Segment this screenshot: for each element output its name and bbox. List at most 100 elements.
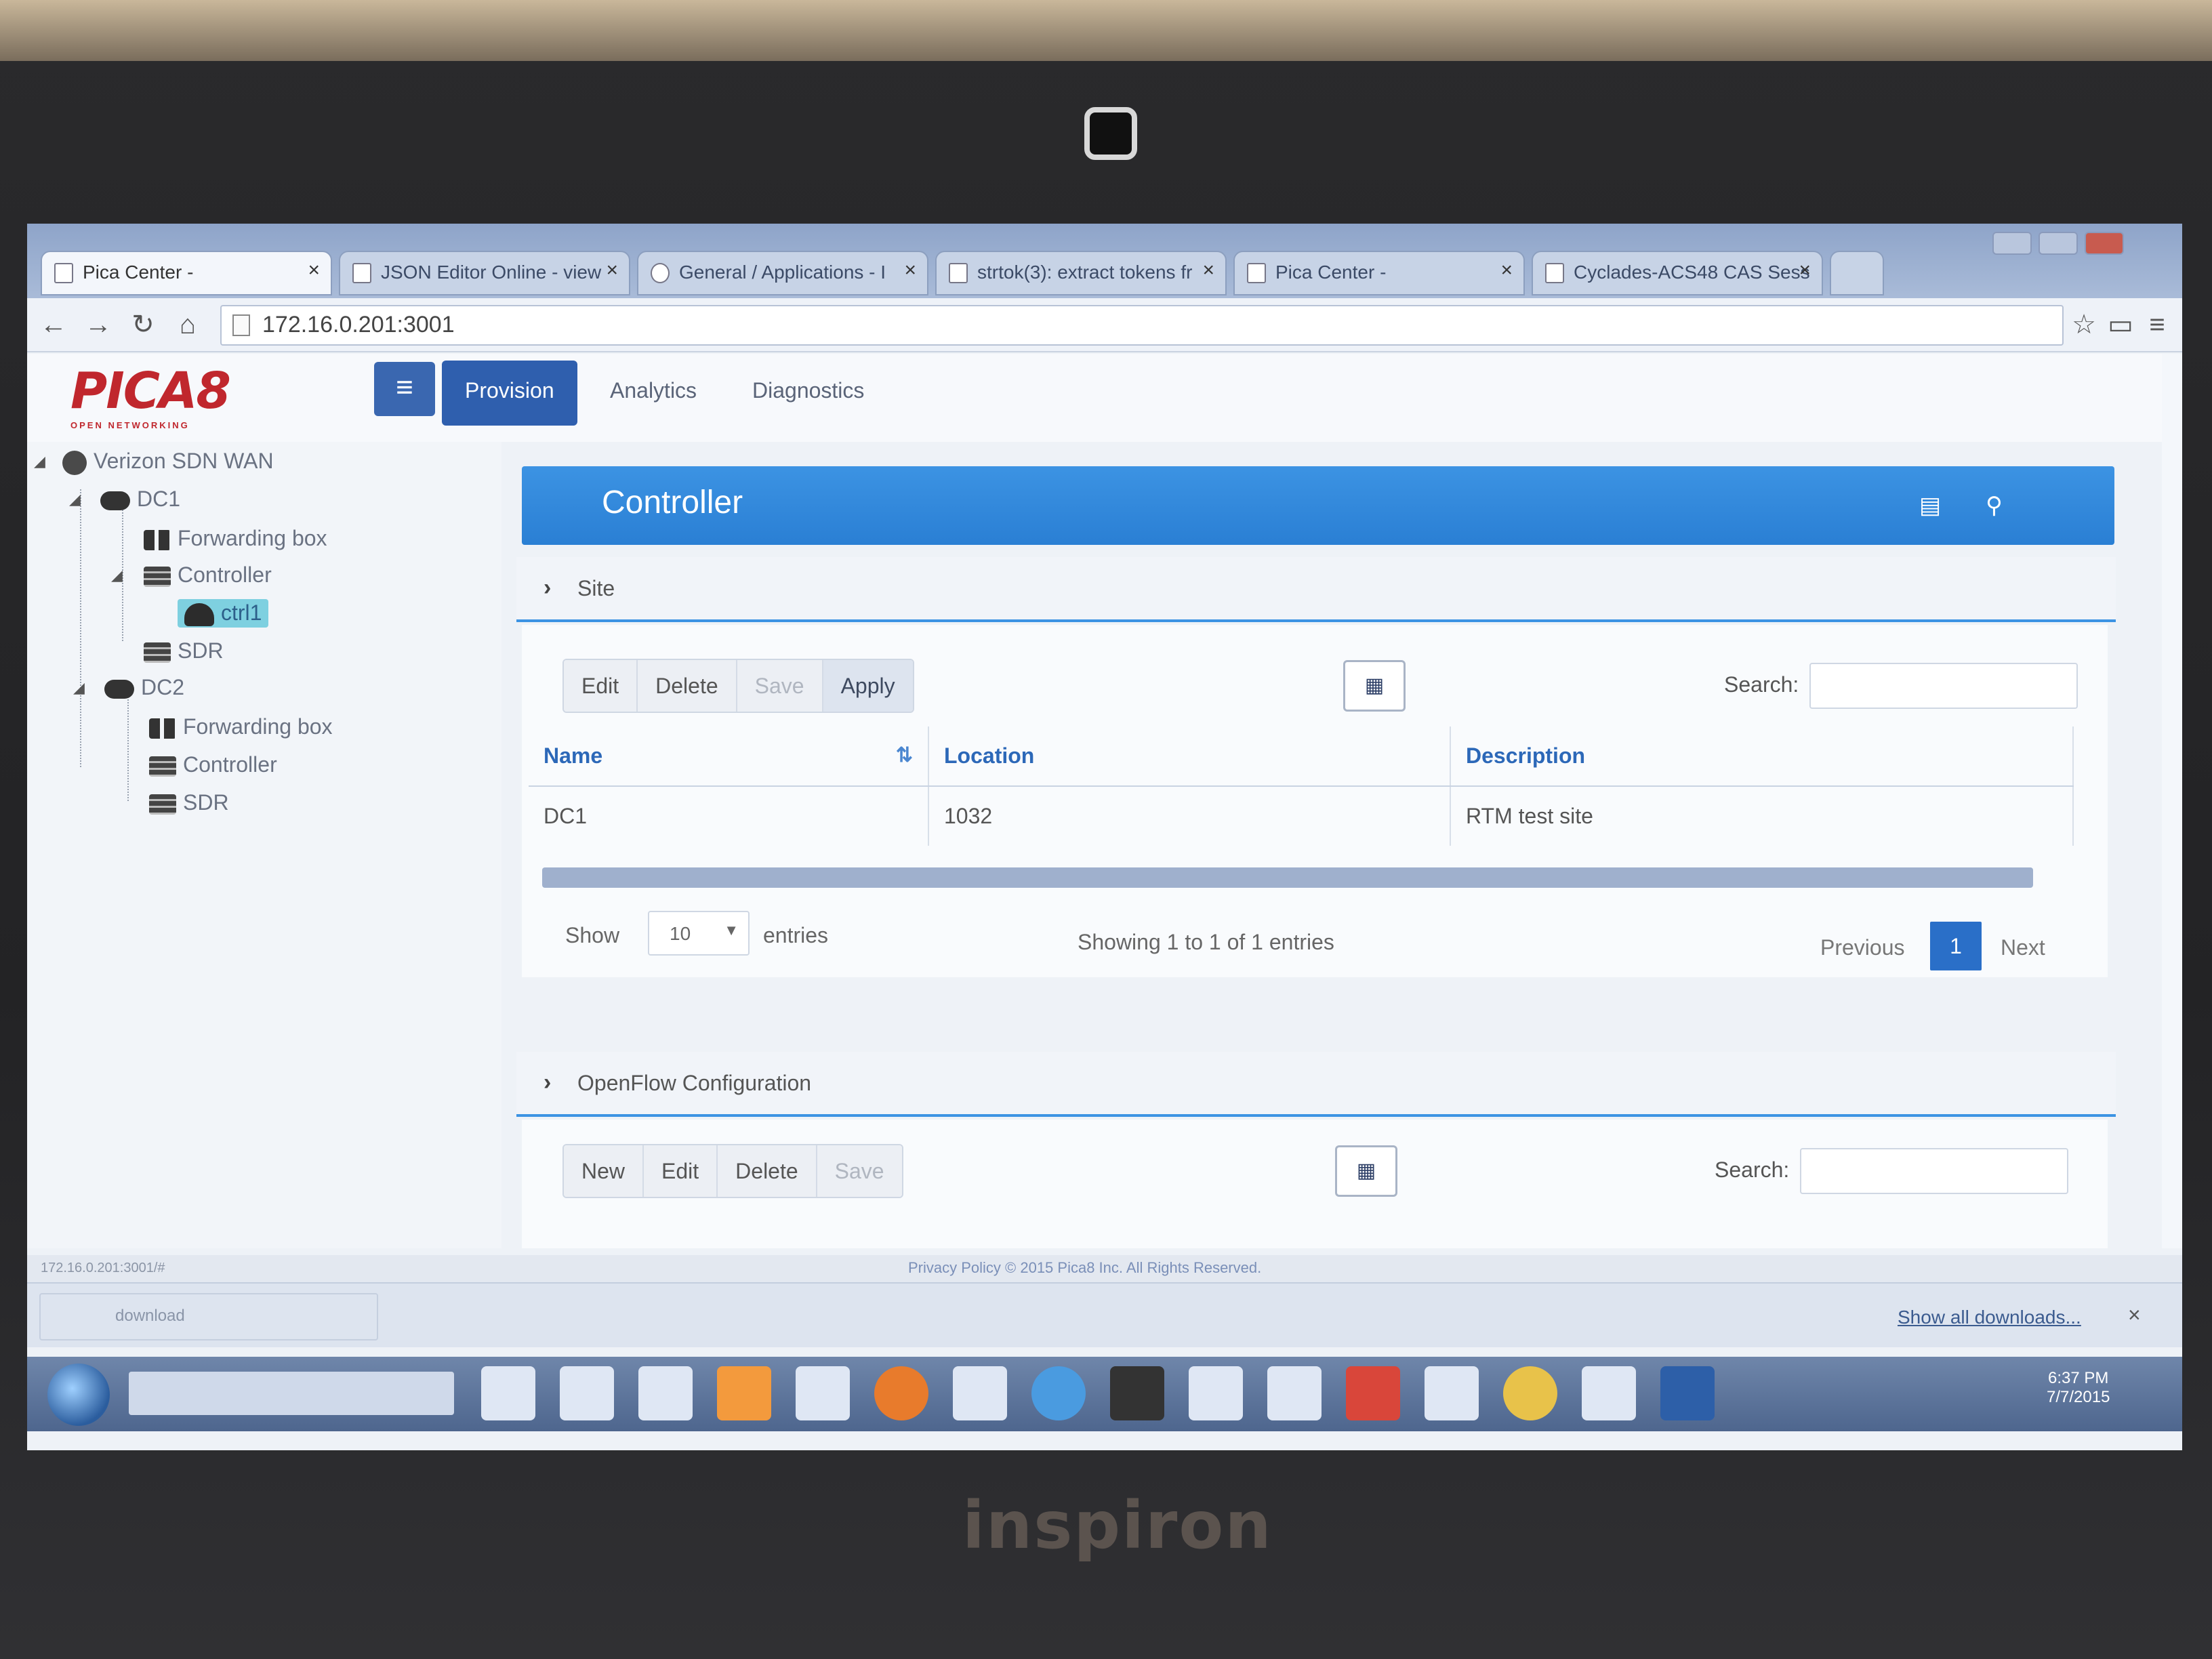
server-rack-icon bbox=[149, 756, 176, 777]
tab-label: JSON Editor Online - view bbox=[381, 262, 602, 283]
tree-node-dc1-controller[interactable]: Controller bbox=[144, 562, 272, 588]
download-item[interactable]: download bbox=[39, 1293, 378, 1340]
home-icon[interactable]: ⌂ bbox=[169, 306, 206, 343]
tab-diagnostics[interactable]: Diagnostics bbox=[729, 361, 887, 426]
window-close-button[interactable] bbox=[2085, 232, 2124, 255]
column-header-description[interactable]: Description bbox=[1450, 726, 2074, 787]
vnc-icon[interactable] bbox=[481, 1366, 535, 1420]
address-bar[interactable]: 172.16.0.201:3001 bbox=[220, 305, 2064, 346]
site-table-panel: Edit Delete Save Apply ▦ Search: Name ⇅ L… bbox=[522, 625, 2108, 977]
close-icon[interactable]: × bbox=[1202, 259, 1214, 282]
search-icon[interactable]: ⚲ bbox=[1986, 492, 2010, 518]
tree-node-label: SDR bbox=[183, 790, 229, 815]
excel-icon[interactable] bbox=[796, 1366, 850, 1420]
tree-node-ctrl1[interactable]: ctrl1 bbox=[178, 599, 269, 628]
edit-button[interactable]: Edit bbox=[564, 660, 638, 712]
tab-analytics[interactable]: Analytics bbox=[587, 361, 720, 426]
terminal-icon[interactable] bbox=[638, 1366, 693, 1420]
reload-icon[interactable]: ↻ bbox=[125, 306, 161, 343]
site-table: Name ⇅ Location Description DC1 1032 RTM … bbox=[529, 726, 2074, 846]
back-icon[interactable]: ← bbox=[35, 306, 72, 343]
table-row[interactable]: DC1 1032 RTM test site bbox=[529, 786, 2074, 846]
close-icon[interactable]: × bbox=[308, 259, 320, 282]
outlook-icon[interactable] bbox=[717, 1366, 771, 1420]
column-visibility-icon[interactable]: ▦ bbox=[1343, 660, 1406, 712]
save-button[interactable]: Save bbox=[817, 1145, 902, 1197]
search-input[interactable] bbox=[1800, 1148, 2068, 1194]
cell-location: 1032 bbox=[928, 786, 1451, 846]
app-icon[interactable] bbox=[1267, 1366, 1322, 1420]
delete-button[interactable]: Delete bbox=[638, 660, 737, 712]
apply-button[interactable]: Apply bbox=[823, 660, 913, 712]
show-all-downloads-link[interactable]: Show all downloads... bbox=[1898, 1307, 2081, 1328]
tree-node-dc1-sdr[interactable]: SDR bbox=[144, 638, 224, 663]
search-input[interactable] bbox=[1809, 663, 2078, 709]
panel-header: Controller ▤ ⚲ bbox=[522, 466, 2114, 545]
browser-tab-6[interactable]: Cyclades-ACS48 CAS Sess × bbox=[1532, 251, 1823, 295]
start-button[interactable] bbox=[47, 1364, 110, 1426]
copyright-text[interactable]: Privacy Policy © 2015 Pica8 Inc. All Rig… bbox=[908, 1259, 1261, 1277]
close-icon[interactable]: × bbox=[1799, 259, 1811, 282]
tree-node-root[interactable]: Verizon SDN WAN bbox=[62, 449, 274, 475]
pica8-logo[interactable]: PICA8 OPEN NETWORKING bbox=[70, 362, 274, 430]
minimize-button[interactable] bbox=[1992, 232, 2032, 255]
next-page-button[interactable]: Next bbox=[2001, 935, 2045, 960]
page-1-button[interactable]: 1 bbox=[1930, 922, 1982, 970]
column-visibility-icon[interactable]: ▦ bbox=[1335, 1145, 1397, 1197]
browser-tab-1[interactable]: Pica Center - × bbox=[41, 251, 332, 295]
openflow-section-toggle[interactable]: › OpenFlow Configuration bbox=[516, 1052, 2116, 1117]
column-header-location[interactable]: Location bbox=[928, 726, 1451, 787]
collapse-toggle[interactable]: ◢ bbox=[111, 567, 123, 584]
tree-node-dc1[interactable]: DC1 bbox=[100, 487, 180, 512]
edit-button[interactable]: Edit bbox=[644, 1145, 718, 1197]
tree-node-dc1-forwarding-box[interactable]: Forwarding box bbox=[144, 526, 327, 551]
delete-button[interactable]: Delete bbox=[718, 1145, 817, 1197]
tree-node-dc2[interactable]: DC2 bbox=[104, 675, 184, 700]
browser-tab-4[interactable]: strtok(3): extract tokens fr × bbox=[935, 251, 1227, 295]
list-view-icon[interactable]: ▤ bbox=[1919, 492, 1944, 518]
previous-page-button[interactable]: Previous bbox=[1820, 935, 1905, 960]
explorer-icon[interactable] bbox=[560, 1366, 614, 1420]
site-section-toggle[interactable]: › Site bbox=[516, 557, 2116, 622]
new-button[interactable]: New bbox=[564, 1145, 644, 1197]
column-header-name[interactable]: Name ⇅ bbox=[529, 726, 929, 787]
chevron-right-icon: › bbox=[544, 575, 552, 600]
maximize-button[interactable] bbox=[2039, 232, 2078, 255]
close-icon[interactable]: × bbox=[1500, 259, 1513, 282]
menu-toggle-button[interactable]: ≡ bbox=[374, 362, 435, 416]
close-icon[interactable]: × bbox=[606, 259, 618, 282]
collapse-toggle[interactable]: ◢ bbox=[69, 491, 81, 508]
browser-tab-2[interactable]: JSON Editor Online - view × bbox=[339, 251, 630, 295]
entries-select[interactable]: 10 ▼ bbox=[648, 911, 750, 956]
taskbar-search[interactable] bbox=[129, 1372, 454, 1415]
tree-node-dc2-controller[interactable]: Controller bbox=[149, 752, 277, 777]
internet-explorer-icon[interactable] bbox=[1031, 1366, 1086, 1420]
close-icon[interactable]: × bbox=[2128, 1303, 2141, 1328]
paw-icon[interactable] bbox=[1582, 1366, 1636, 1420]
app-icon[interactable] bbox=[953, 1366, 1007, 1420]
browser-tab-5[interactable]: Pica Center - × bbox=[1233, 251, 1525, 295]
tree-node-dc2-forwarding-box[interactable]: Forwarding box bbox=[149, 714, 333, 739]
cast-icon[interactable]: ▭ bbox=[2104, 308, 2137, 342]
forward-icon[interactable]: → bbox=[80, 306, 117, 343]
firefox-icon[interactable] bbox=[874, 1366, 928, 1420]
powerpoint-icon[interactable] bbox=[1346, 1366, 1400, 1420]
bookmark-star-icon[interactable]: ☆ bbox=[2067, 308, 2101, 342]
column-label: Location bbox=[944, 743, 1035, 768]
app-icon[interactable] bbox=[1189, 1366, 1243, 1420]
system-clock[interactable]: 6:37 PM 7/7/2015 bbox=[2047, 1369, 2110, 1407]
save-button[interactable]: Save bbox=[737, 660, 823, 712]
7zip-icon[interactable] bbox=[1110, 1366, 1164, 1420]
network-icon[interactable] bbox=[1425, 1366, 1479, 1420]
chrome-icon[interactable] bbox=[1503, 1366, 1557, 1420]
close-icon[interactable]: × bbox=[904, 259, 916, 282]
new-tab-button[interactable] bbox=[1830, 251, 1884, 295]
collapse-toggle[interactable]: ◢ bbox=[73, 679, 85, 697]
browser-tab-3[interactable]: General / Applications - I × bbox=[637, 251, 928, 295]
collapse-toggle[interactable]: ◢ bbox=[34, 453, 45, 470]
horizontal-scrollbar[interactable] bbox=[542, 867, 2033, 888]
tab-provision[interactable]: Provision bbox=[442, 361, 577, 426]
word-icon[interactable] bbox=[1660, 1366, 1715, 1420]
menu-icon[interactable]: ≡ bbox=[2140, 308, 2174, 342]
tree-node-dc2-sdr[interactable]: SDR bbox=[149, 790, 229, 815]
